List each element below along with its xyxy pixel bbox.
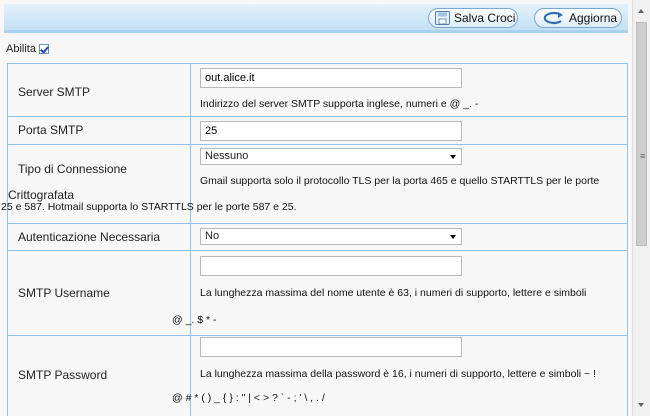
enable-row: Abilita <box>6 42 49 56</box>
server-input[interactable] <box>200 68 462 88</box>
encryption-hint-line1: Gmail supporta solo il protocollo TLS pe… <box>200 175 600 187</box>
password-input[interactable] <box>200 337 462 357</box>
row-password: SMTP Password La lunghezza massima della… <box>8 336 627 416</box>
auth-select[interactable]: No <box>200 228 462 245</box>
refresh-icon <box>543 11 563 25</box>
username-hint-line1: La lunghezza massima del nome utente è 6… <box>200 287 587 299</box>
password-label: SMTP Password <box>18 368 108 382</box>
row-server: Server SMTP Indirizzo del server SMTP su… <box>8 64 627 117</box>
username-hint-line2: @ _. $ * - <box>172 314 217 326</box>
username-label-cell: SMTP Username <box>8 251 191 335</box>
row-username: SMTP Username La lunghezza massima del n… <box>8 251 627 336</box>
row-encryption: Tipo di Connessione Crittografata Nessun… <box>1 145 627 224</box>
encryption-hint-line2: 25 e 587. Hotmail supporta lo STARTTLS p… <box>1 201 297 213</box>
port-label: Porta SMTP <box>18 123 84 137</box>
username-label: SMTP Username <box>18 286 110 300</box>
password-hint-line1: La lunghezza massima della password è 16… <box>200 368 596 380</box>
username-value-cell: La lunghezza massima del nome utente è 6… <box>191 251 627 335</box>
server-label-cell: Server SMTP <box>8 64 191 116</box>
password-hint-line2: @ # * ( ) _ { } : " | < > ? ` - ; ' \ , … <box>172 392 325 404</box>
save-button-label: Salva Croci <box>454 11 516 25</box>
save-button[interactable]: Salva Croci <box>428 8 518 28</box>
encryption-selected: Nessuno <box>205 150 249 162</box>
enable-checkbox[interactable] <box>38 44 49 54</box>
scroll-up-arrow-icon[interactable] <box>638 9 644 13</box>
grip-icon: ≡ <box>640 151 646 161</box>
port-input[interactable] <box>200 121 462 141</box>
toolbar: Salva Croci Aggiorna <box>4 4 628 33</box>
row-auth: Autenticazione Necessaria No <box>8 224 627 251</box>
password-value-cell: La lunghezza massima della password è 16… <box>191 336 627 416</box>
scrollbar-thumb[interactable]: ≡ <box>636 22 647 246</box>
row-port: Porta SMTP <box>8 117 627 145</box>
dropdown-arrow-icon <box>450 235 456 239</box>
auth-selected: No <box>205 230 220 242</box>
port-value-cell <box>191 117 627 144</box>
smtp-settings-table: Server SMTP Indirizzo del server SMTP su… <box>1 63 628 416</box>
auth-value-cell: No <box>191 224 627 250</box>
port-label-cell: Porta SMTP <box>8 117 191 144</box>
scroll-down-arrow-icon[interactable] <box>638 403 644 407</box>
server-value-cell: Indirizzo del server SMTP supporta ingle… <box>191 64 627 116</box>
username-input[interactable] <box>200 256 462 276</box>
password-label-cell: SMTP Password <box>8 336 191 416</box>
encryption-select[interactable]: Nessuno <box>200 148 462 165</box>
save-icon <box>435 11 450 25</box>
vertical-scrollbar[interactable]: ≡ <box>632 0 650 416</box>
encryption-label-line1: Tipo di Connessione <box>18 162 127 176</box>
encryption-label-line2: Crittografata <box>8 188 75 202</box>
email-settings-page: Salva Croci Aggiorna Abilita Server SMTP… <box>0 0 632 416</box>
auth-label: Autenticazione Necessaria <box>18 230 161 244</box>
refresh-button[interactable]: Aggiorna <box>534 8 622 28</box>
enable-label: Abilita <box>6 43 36 55</box>
auth-label-cell: Autenticazione Necessaria <box>8 224 191 250</box>
server-hint: Indirizzo del server SMTP supporta ingle… <box>200 98 479 110</box>
dropdown-arrow-icon <box>450 155 456 159</box>
server-label: Server SMTP <box>18 85 91 99</box>
refresh-button-label: Aggiorna <box>569 11 618 25</box>
